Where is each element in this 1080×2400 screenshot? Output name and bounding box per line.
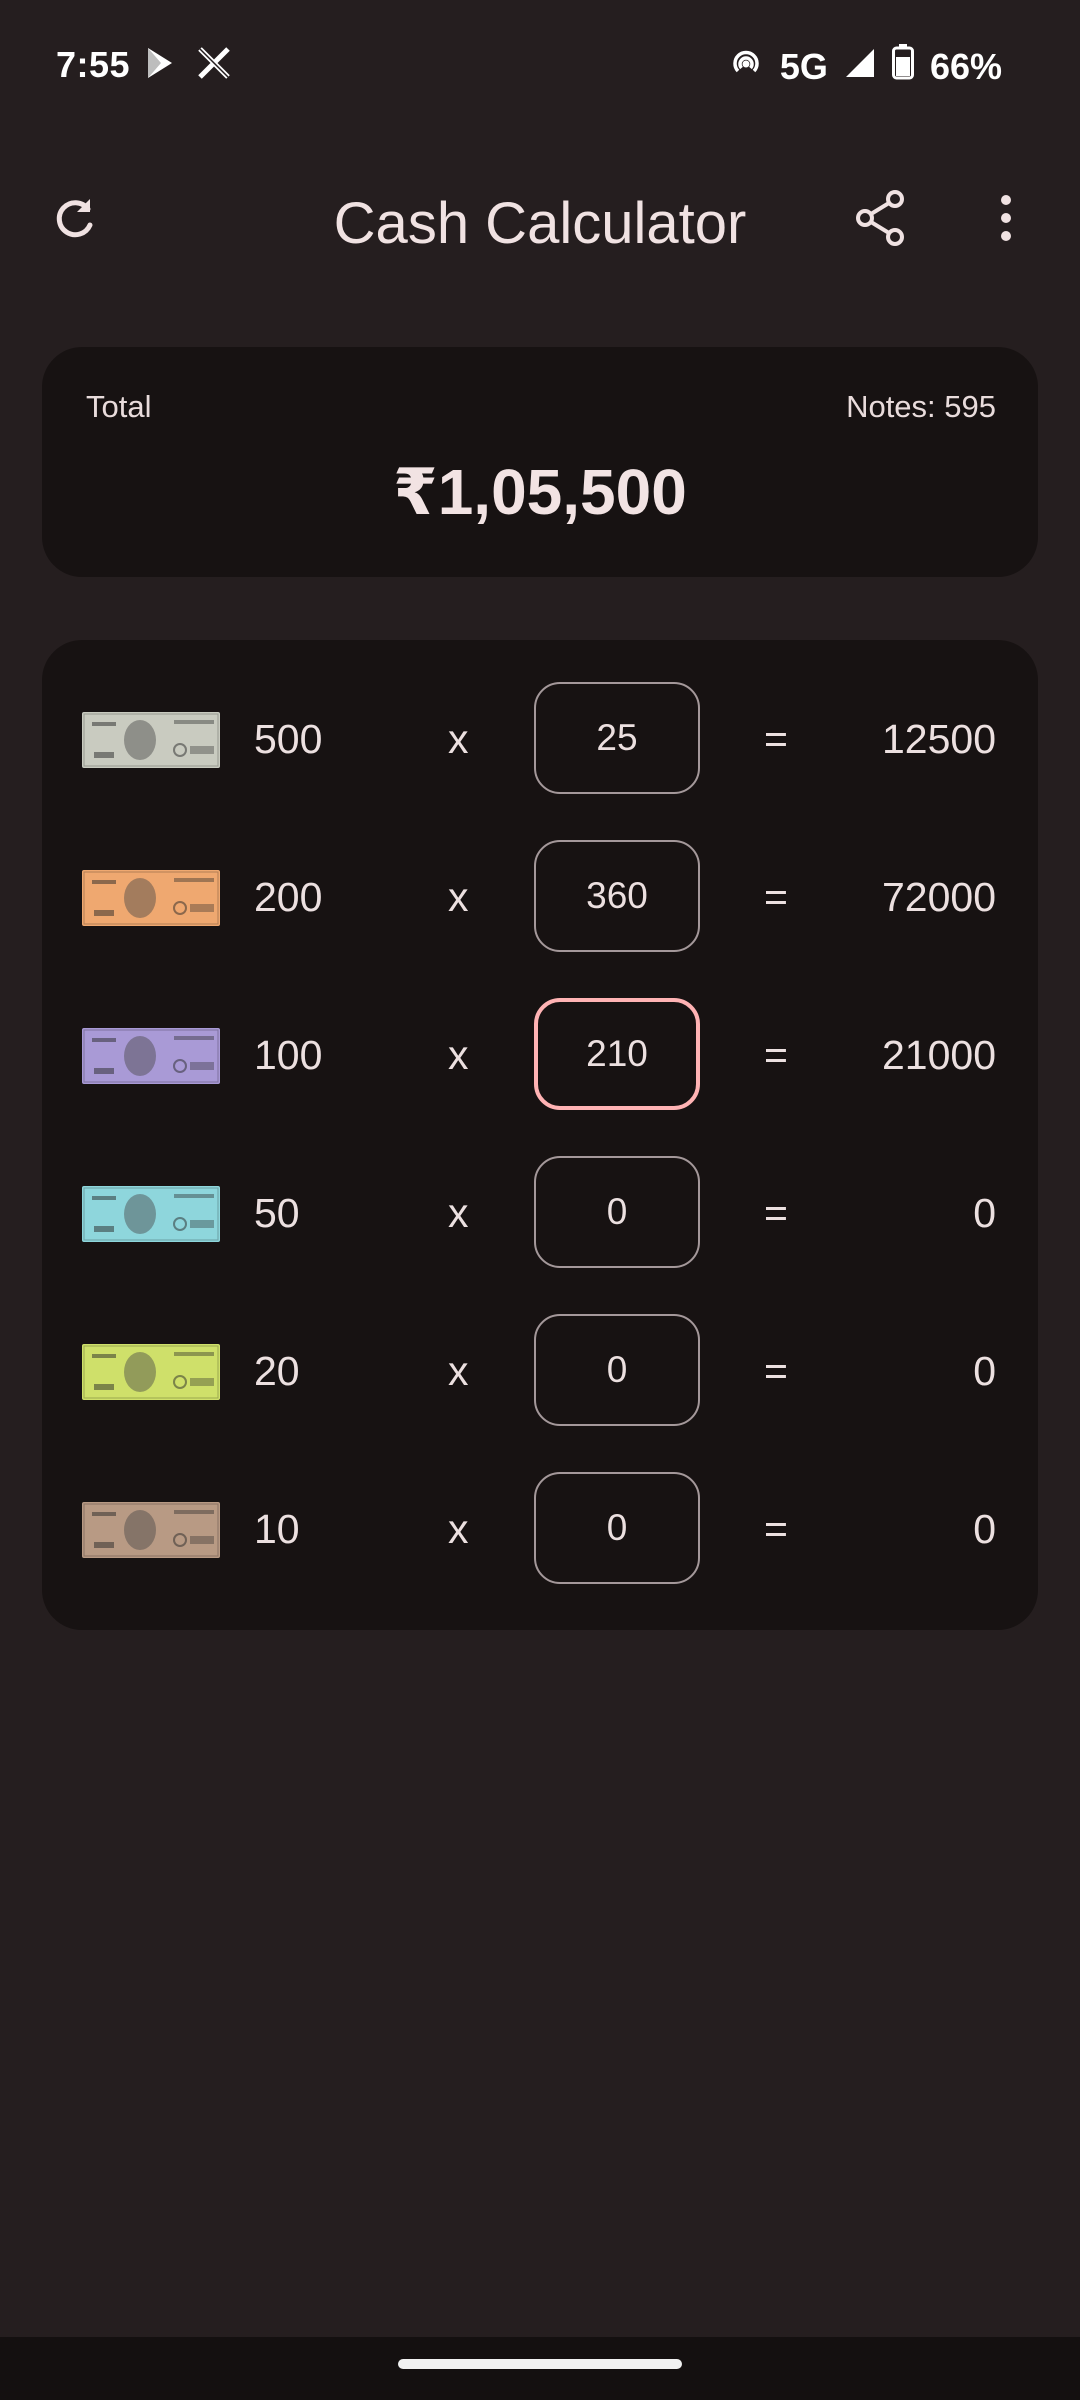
total-label: Total: [86, 389, 152, 424]
row-amount: 21000: [881, 1032, 996, 1078]
app-bar: Cash Calculator: [0, 170, 1080, 270]
equals-sign: =: [764, 1506, 788, 1552]
denomination-row-100: 100 x = 21000: [42, 998, 1038, 1114]
denomination-value: 500: [254, 716, 323, 762]
denomination-value: 100: [254, 1032, 323, 1078]
navigation-bar: [0, 2337, 1080, 2400]
denomination-value: 50: [254, 1190, 300, 1236]
note-100-image: [82, 1028, 220, 1084]
row-amount: 0: [973, 1190, 996, 1236]
denomination-list: 500 x = 12500 200 x = 72000 100 x = 2100…: [42, 640, 1038, 1630]
network-type: 5G: [779, 45, 828, 87]
denomination-row-200: 200 x = 72000: [42, 840, 1038, 956]
count-input-10[interactable]: [534, 1472, 700, 1584]
multiply-sign: x: [448, 1506, 469, 1552]
share-button[interactable]: [840, 180, 920, 260]
status-bar: 7:55 5G 66%: [0, 0, 1080, 130]
multiply-sign: x: [448, 1032, 469, 1078]
x-icon: [197, 46, 231, 85]
row-amount: 12500: [881, 716, 996, 762]
denomination-row-50: 50 x = 0: [42, 1156, 1038, 1272]
note-20-image: [82, 1344, 220, 1400]
hotspot-icon: [728, 44, 764, 89]
multiply-sign: x: [448, 1348, 469, 1394]
note-50-image: [82, 1186, 220, 1242]
status-right: 5G 66%: [728, 44, 1002, 89]
count-input-500[interactable]: [534, 682, 700, 794]
row-amount: 0: [973, 1348, 996, 1394]
count-input-20[interactable]: [534, 1314, 700, 1426]
home-gesture-handle[interactable]: [398, 2359, 682, 2369]
equals-sign: =: [764, 1348, 788, 1394]
total-value: ₹1,05,500: [393, 456, 687, 528]
note-500-image: [82, 712, 220, 768]
status-time: 7:55: [56, 44, 131, 85]
row-amount: 0: [973, 1506, 996, 1552]
more-options-button[interactable]: [966, 180, 1046, 260]
equals-sign: =: [764, 716, 788, 762]
multiply-sign: x: [448, 1190, 469, 1236]
signal-icon: [844, 46, 876, 88]
denomination-value: 200: [254, 874, 323, 920]
total-card: Total Notes: 595 ₹1,05,500: [42, 347, 1038, 577]
share-icon: [853, 189, 907, 252]
equals-sign: =: [764, 874, 788, 920]
count-input-200[interactable]: [534, 840, 700, 952]
count-input-50[interactable]: [534, 1156, 700, 1268]
denomination-value: 20: [254, 1348, 300, 1394]
denomination-row-10: 10 x = 0: [42, 1472, 1038, 1588]
row-amount: 72000: [881, 874, 996, 920]
notes-count: Notes: 595: [846, 389, 996, 424]
denomination-row-20: 20 x = 0: [42, 1314, 1038, 1430]
count-input-100[interactable]: [534, 998, 700, 1110]
multiply-sign: x: [448, 716, 469, 762]
play-store-icon: [145, 46, 175, 85]
more-vert-icon: [999, 194, 1013, 247]
multiply-sign: x: [448, 874, 469, 920]
status-app-icons: [145, 46, 231, 85]
battery-icon: [891, 44, 914, 89]
denomination-row-500: 500 x = 12500: [42, 682, 1038, 798]
equals-sign: =: [764, 1190, 788, 1236]
note-10-image: [82, 1502, 220, 1558]
note-200-image: [82, 870, 220, 926]
battery-percent: 66%: [929, 45, 1002, 87]
equals-sign: =: [764, 1032, 788, 1078]
denomination-value: 10: [254, 1506, 300, 1552]
